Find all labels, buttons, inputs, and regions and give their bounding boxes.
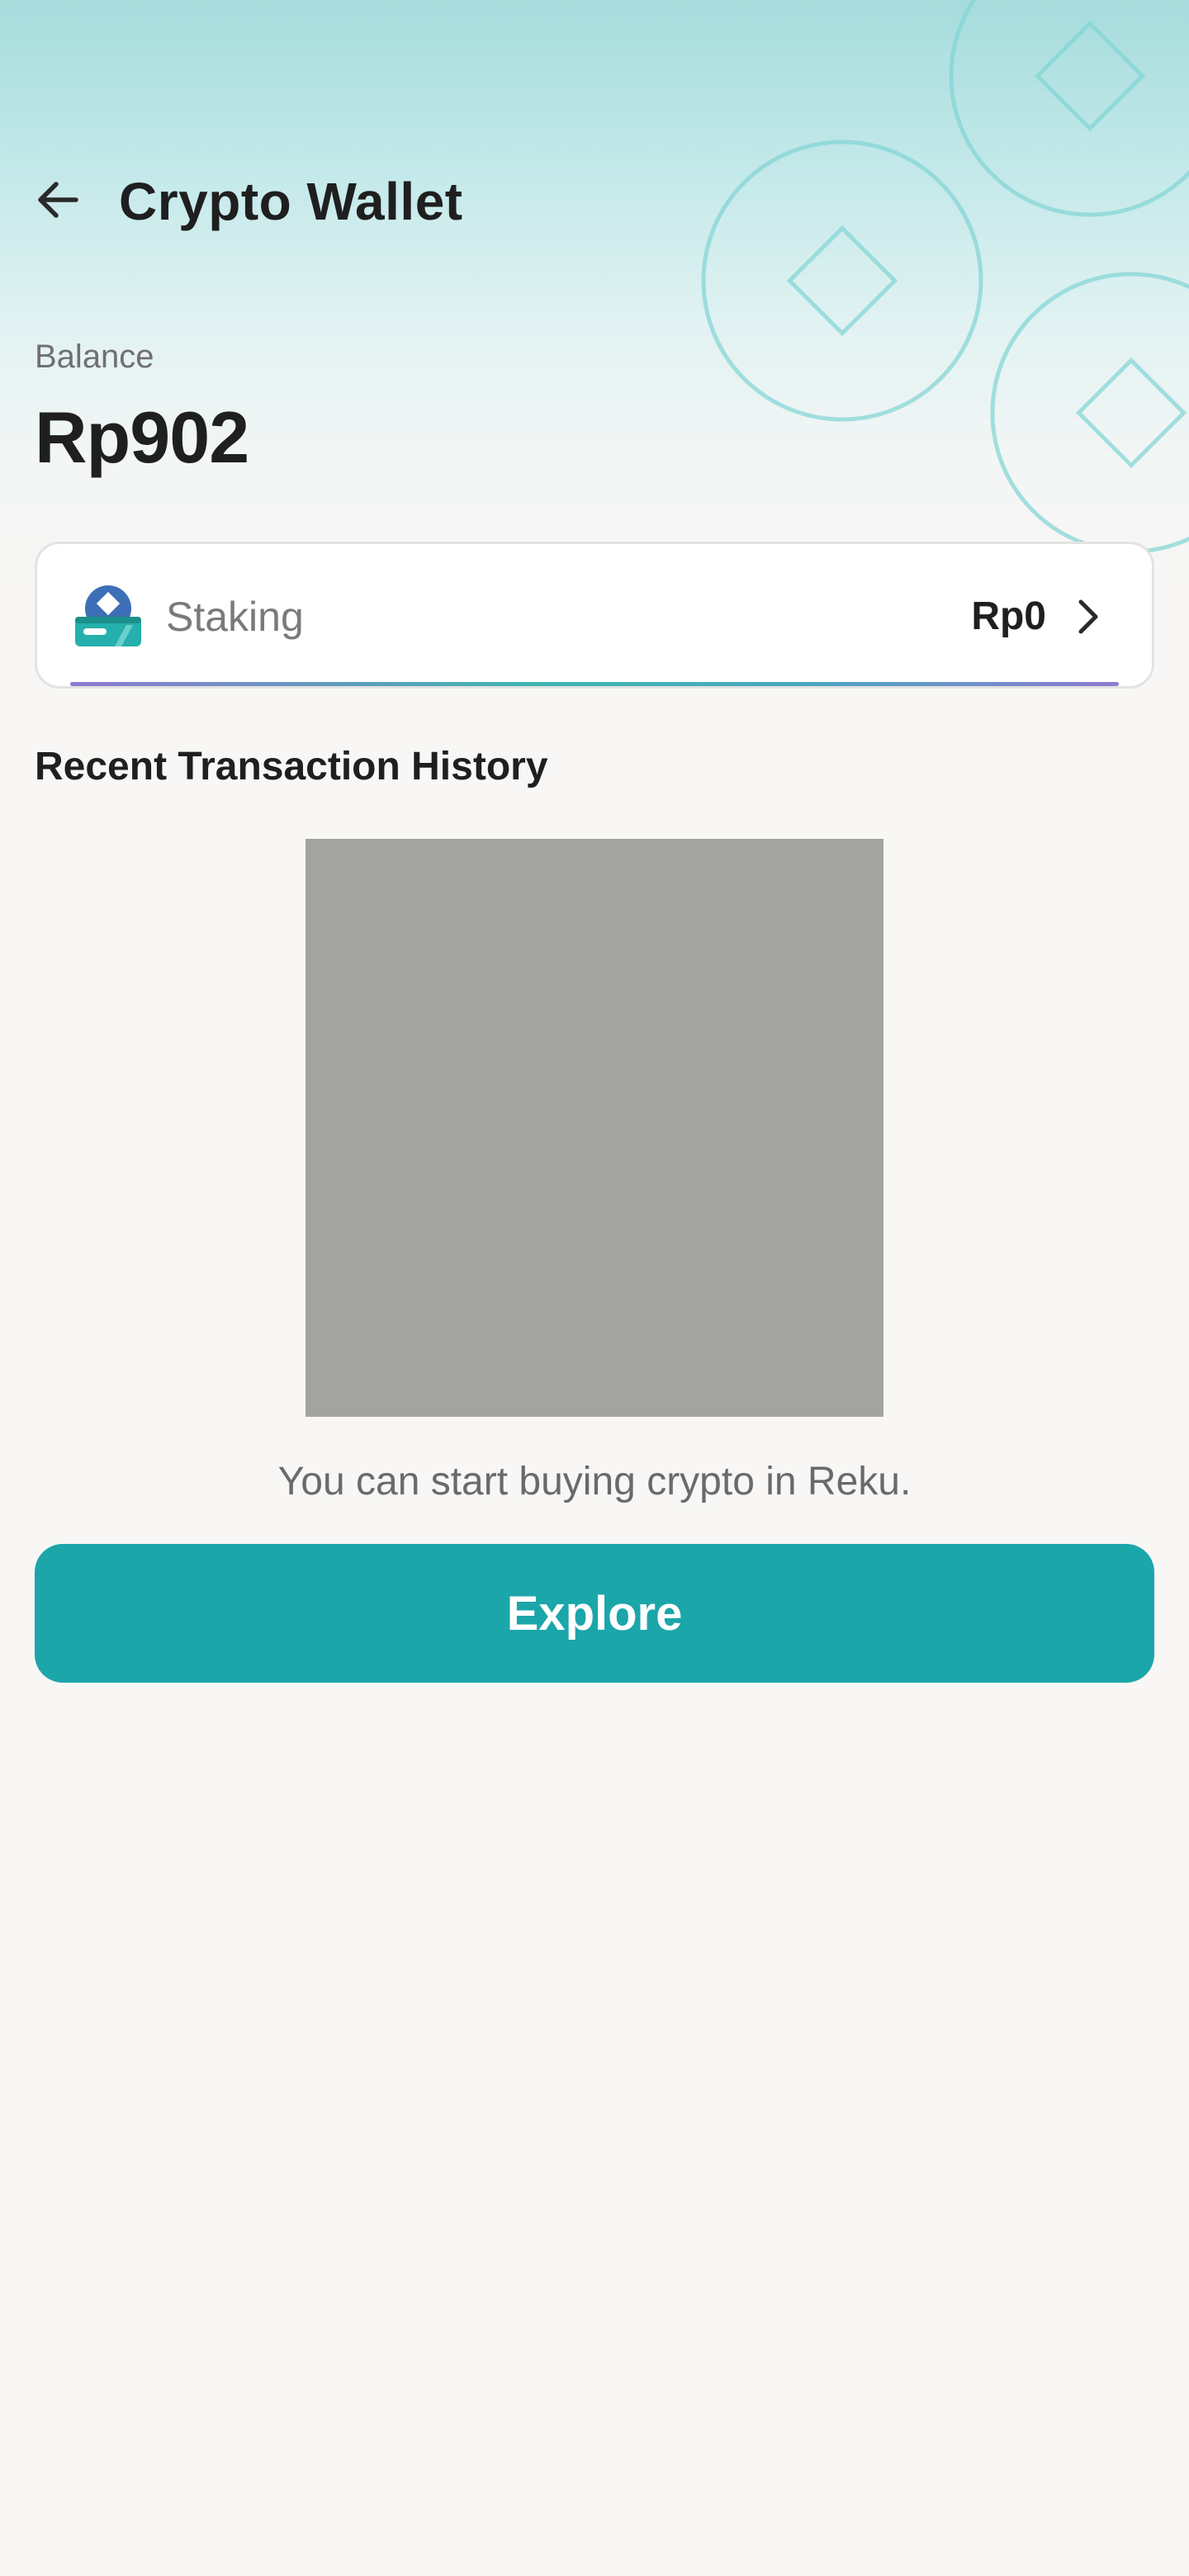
back-button[interactable] — [23, 165, 92, 234]
balance-value: Rp902 — [35, 396, 249, 478]
crypto-wallet-screen: Crypto Wallet Balance Rp902 Staking Rp0 … — [0, 0, 1189, 2576]
coin-pattern-decoration — [701, 0, 1189, 554]
header-background — [0, 0, 1189, 594]
explore-button[interactable]: Explore — [35, 1544, 1154, 1683]
arrow-left-icon — [38, 182, 78, 218]
recent-transaction-history-title: Recent Transaction History — [35, 745, 548, 788]
staking-card[interactable]: Staking Rp0 — [35, 542, 1154, 689]
chevron-right-icon — [1078, 599, 1098, 634]
staking-value: Rp0 — [971, 594, 1046, 638]
staking-icon — [75, 585, 141, 646]
staking-label: Staking — [166, 594, 304, 640]
empty-state-illustration — [306, 839, 883, 1417]
page-title: Crypto Wallet — [119, 172, 463, 231]
balance-label: Balance — [35, 339, 154, 375]
empty-state-message: You can start buying crypto in Reku. — [277, 1460, 912, 1503]
